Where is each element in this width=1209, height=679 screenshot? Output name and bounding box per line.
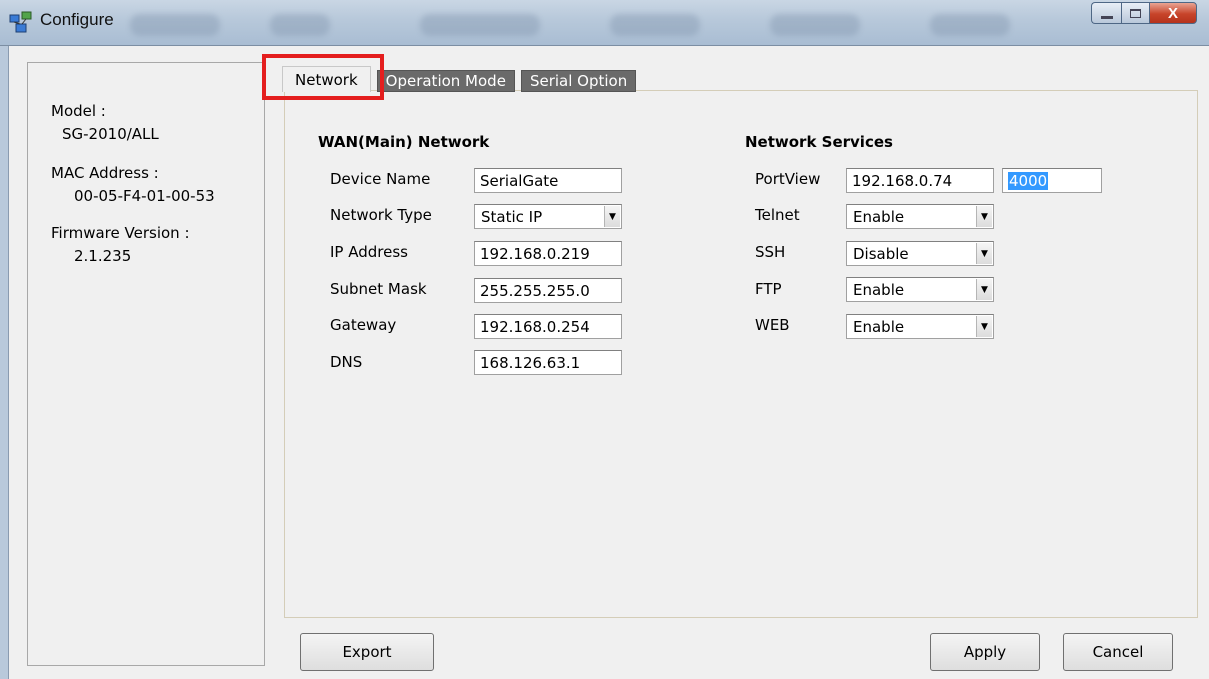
blurred-background-text: [930, 14, 1010, 36]
app-network-icon: [9, 11, 32, 33]
dns-input[interactable]: 168.126.63.1: [474, 350, 622, 375]
window-title: Configure: [40, 10, 114, 29]
maximize-button[interactable]: [1121, 2, 1149, 24]
dropdown-arrow-icon[interactable]: ▼: [604, 206, 620, 227]
network-type-label: Network Type: [330, 206, 432, 224]
cancel-button[interactable]: Cancel: [1063, 633, 1173, 671]
maximize-icon: [1130, 8, 1141, 18]
blurred-background-text: [130, 14, 220, 36]
close-button[interactable]: X: [1149, 2, 1197, 24]
minimize-icon: [1100, 15, 1113, 19]
highlight-box: [262, 54, 384, 100]
close-icon: X: [1167, 4, 1178, 22]
tab-operation-mode[interactable]: Operation Mode: [376, 70, 515, 92]
web-label: WEB: [755, 316, 790, 334]
ssh-select[interactable]: Disable ▼: [846, 241, 994, 266]
ssh-label: SSH: [755, 243, 786, 261]
subnet-mask-label: Subnet Mask: [330, 280, 427, 298]
portview-port-input[interactable]: 4000: [1002, 168, 1102, 193]
web-value: Enable: [853, 318, 905, 336]
gateway-input[interactable]: 192.168.0.254: [474, 314, 622, 339]
model-label: Model :: [51, 102, 106, 120]
network-type-select[interactable]: Static IP ▼: [474, 204, 622, 229]
blurred-background-text: [770, 14, 860, 36]
gateway-label: Gateway: [330, 316, 397, 334]
network-type-value: Static IP: [481, 208, 543, 226]
device-name-label: Device Name: [330, 170, 431, 188]
portview-port-value: 4000: [1008, 172, 1049, 190]
ip-address-label: IP Address: [330, 243, 408, 261]
mac-address-label: MAC Address :: [51, 164, 159, 182]
ftp-label: FTP: [755, 280, 782, 298]
telnet-label: Telnet: [755, 206, 800, 224]
dns-label: DNS: [330, 353, 363, 371]
blurred-background-text: [270, 14, 330, 36]
wan-section-title: WAN(Main) Network: [318, 133, 490, 151]
device-info-panel: Model : SG-2010/ALL MAC Address : 00-05-…: [27, 62, 265, 666]
network-services-title: Network Services: [745, 133, 893, 151]
device-name-input[interactable]: SerialGate: [474, 168, 622, 193]
web-select[interactable]: Enable ▼: [846, 314, 994, 339]
blurred-background-text: [610, 14, 700, 36]
minimize-button[interactable]: [1091, 2, 1121, 24]
subnet-mask-input[interactable]: 255.255.255.0: [474, 278, 622, 303]
firmware-version-value: 2.1.235: [74, 247, 132, 265]
ftp-value: Enable: [853, 281, 905, 299]
ip-address-input[interactable]: 192.168.0.219: [474, 241, 622, 266]
model-value: SG-2010/ALL: [62, 125, 159, 143]
dropdown-arrow-icon[interactable]: ▼: [976, 206, 992, 227]
telnet-select[interactable]: Enable ▼: [846, 204, 994, 229]
export-button[interactable]: Export: [300, 633, 434, 671]
ftp-select[interactable]: Enable ▼: [846, 277, 994, 302]
window-left-edge: [0, 46, 9, 679]
ssh-value: Disable: [853, 245, 909, 263]
dropdown-arrow-icon[interactable]: ▼: [976, 279, 992, 300]
blurred-background-text: [420, 14, 540, 36]
dropdown-arrow-icon[interactable]: ▼: [976, 316, 992, 337]
tab-serial-option[interactable]: Serial Option: [520, 70, 637, 92]
portview-label: PortView: [755, 170, 821, 188]
portview-ip-input[interactable]: 192.168.0.74: [846, 168, 994, 193]
mac-address-value: 00-05-F4-01-00-53: [74, 187, 215, 205]
title-bar[interactable]: Configure X: [0, 0, 1209, 46]
firmware-version-label: Firmware Version :: [51, 224, 190, 242]
apply-button[interactable]: Apply: [930, 633, 1040, 671]
telnet-value: Enable: [853, 208, 905, 226]
dropdown-arrow-icon[interactable]: ▼: [976, 243, 992, 264]
